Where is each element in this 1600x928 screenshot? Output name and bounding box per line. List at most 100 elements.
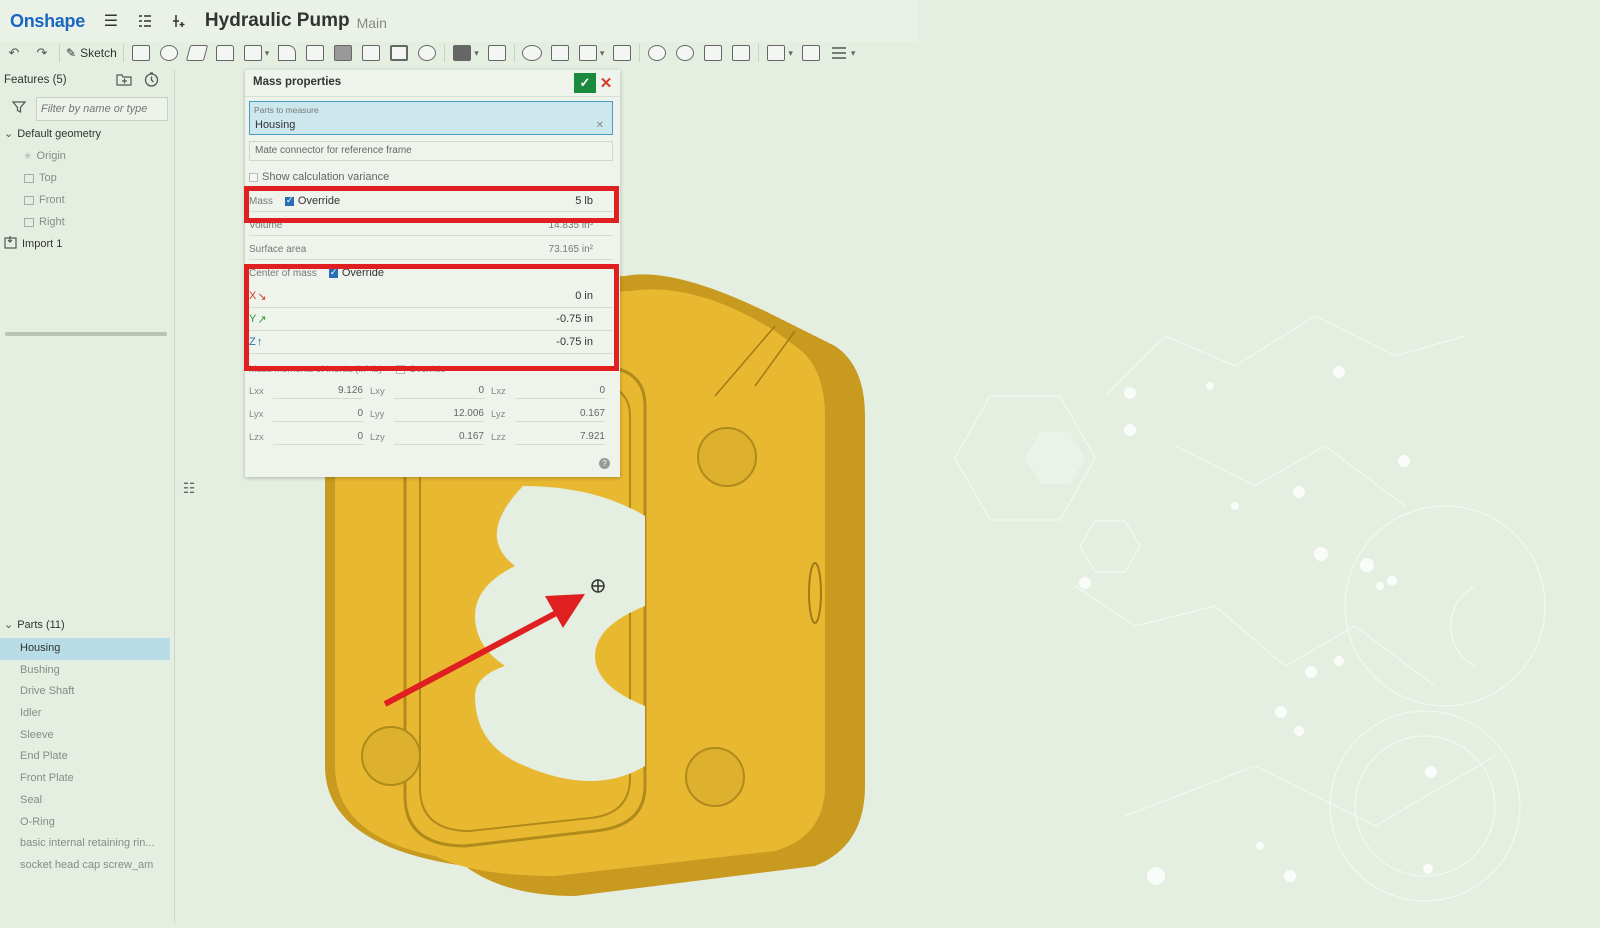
undo-icon[interactable]: ↶ bbox=[3, 42, 25, 64]
tree-item-import[interactable]: Import 1 bbox=[4, 236, 62, 252]
moi-cell-value: 0 bbox=[273, 431, 363, 445]
com-y-row: Y ↗ -0.75 in bbox=[249, 308, 613, 331]
moi-cell: Lzz 7.921 bbox=[491, 431, 612, 445]
com-z-value[interactable]: -0.75 in bbox=[556, 336, 593, 348]
chevron-down-icon[interactable]: ▾ bbox=[600, 48, 605, 59]
help-icon[interactable]: ? bbox=[599, 458, 610, 469]
chevron-down-icon[interactable]: ▾ bbox=[265, 48, 270, 59]
part-item-cap-screw[interactable]: socket head cap screw_am bbox=[0, 855, 170, 877]
draft-icon[interactable] bbox=[332, 42, 354, 64]
accept-check-icon[interactable]: ✓ bbox=[574, 73, 596, 93]
default-geometry-group[interactable]: ⌄ Default geometry bbox=[4, 127, 101, 140]
sketch-button[interactable]: ✎ Sketch bbox=[66, 42, 117, 64]
moi-cell: Lyx 0 bbox=[249, 408, 370, 422]
show-calculation-variance[interactable]: Show calculation variance bbox=[249, 171, 389, 183]
surface-area-label: Surface area bbox=[249, 243, 307, 255]
rollback-timer-icon[interactable] bbox=[144, 72, 159, 92]
moi-cell-value: 0.167 bbox=[394, 431, 484, 445]
replace-face-icon[interactable] bbox=[730, 42, 752, 64]
close-icon[interactable]: ✕ bbox=[598, 73, 614, 93]
tree-item-front[interactable]: Front bbox=[24, 194, 65, 206]
mate-connector-field[interactable]: Mate connector for reference frame bbox=[249, 141, 613, 161]
part-item-front-plate[interactable]: Front Plate bbox=[0, 768, 170, 790]
fillet-icon[interactable] bbox=[276, 42, 298, 64]
part-item-drive-shaft[interactable]: Drive Shaft bbox=[0, 681, 170, 703]
document-title[interactable]: Hydraulic Pump bbox=[205, 10, 350, 32]
clear-selection-icon[interactable]: ✕ bbox=[596, 120, 604, 131]
parts-group-header[interactable]: ⌄ Parts (11) bbox=[4, 618, 65, 631]
variable-table-icon[interactable] bbox=[800, 42, 822, 64]
chevron-down-icon[interactable]: ⌄ bbox=[4, 128, 13, 140]
delete-part-icon[interactable] bbox=[611, 42, 633, 64]
com-override-checkbox[interactable] bbox=[328, 267, 338, 278]
split-icon[interactable] bbox=[549, 42, 571, 64]
parts-to-measure-field[interactable]: Parts to measure Housing ✕ bbox=[249, 101, 613, 135]
com-x-value[interactable]: 0 in bbox=[575, 290, 593, 302]
add-folder-icon[interactable] bbox=[116, 72, 132, 92]
parts-to-measure-value: Housing bbox=[255, 119, 296, 131]
volume-label: Volume bbox=[249, 219, 283, 231]
rib-icon[interactable] bbox=[360, 42, 382, 64]
toggle-panel-icon[interactable]: ☷ bbox=[178, 477, 200, 499]
chevron-down-icon[interactable]: ▾ bbox=[788, 48, 793, 59]
revolve-icon[interactable] bbox=[158, 42, 180, 64]
chamfer-icon[interactable] bbox=[304, 42, 326, 64]
part-item-end-plate[interactable]: End Plate bbox=[0, 746, 170, 768]
loft-icon[interactable] bbox=[214, 42, 236, 64]
redo-icon[interactable]: ↷ bbox=[31, 42, 53, 64]
plane-icon bbox=[24, 217, 34, 227]
chevron-down-icon[interactable]: ⌄ bbox=[4, 619, 13, 631]
thicken-icon[interactable] bbox=[242, 42, 264, 64]
move-face-icon[interactable] bbox=[702, 42, 724, 64]
delete-face-icon[interactable] bbox=[674, 42, 696, 64]
part-item-retaining-ring[interactable]: basic internal retaining rin... bbox=[0, 833, 170, 855]
part-item-housing[interactable]: Housing bbox=[0, 638, 170, 660]
hole-icon[interactable] bbox=[416, 42, 438, 64]
center-of-mass-row: Center of mass Override bbox=[249, 263, 613, 283]
branch-name[interactable]: Main bbox=[357, 15, 387, 31]
part-item-idler[interactable]: Idler bbox=[0, 703, 170, 725]
moments-of-inertia-header: Mass moments of inertia (in² lb) Overrid… bbox=[249, 364, 445, 375]
feature-list-icon[interactable] bbox=[137, 13, 153, 29]
moi-override[interactable]: Override bbox=[396, 364, 445, 375]
mass-override-checkbox[interactable] bbox=[284, 195, 294, 206]
mirror-icon[interactable] bbox=[486, 42, 508, 64]
chevron-down-icon[interactable]: ▾ bbox=[474, 48, 479, 59]
z-axis-arrow-icon: ↑ bbox=[256, 336, 263, 348]
insert-icon[interactable] bbox=[171, 13, 187, 29]
part-item-seal[interactable]: Seal bbox=[0, 790, 170, 812]
filter-input[interactable] bbox=[36, 97, 168, 121]
chevron-down-icon[interactable]: ▾ bbox=[851, 48, 856, 59]
onshape-logo[interactable]: Onshape bbox=[10, 11, 85, 32]
feature-list-scrollbar[interactable] bbox=[5, 332, 167, 336]
com-y-value[interactable]: -0.75 in bbox=[556, 313, 593, 325]
tree-item-origin[interactable]: ✳ Origin bbox=[24, 150, 66, 162]
com-override[interactable]: Override bbox=[328, 267, 384, 279]
moi-override-checkbox[interactable] bbox=[396, 365, 406, 374]
boolean-icon[interactable] bbox=[521, 42, 543, 64]
pattern-icon[interactable] bbox=[451, 42, 473, 64]
filter-icon[interactable] bbox=[11, 100, 27, 119]
transform-icon[interactable] bbox=[577, 42, 599, 64]
part-item-o-ring[interactable]: O-Ring bbox=[0, 812, 170, 834]
shell-icon[interactable] bbox=[388, 42, 410, 64]
center-of-mass-icon[interactable] bbox=[591, 579, 605, 593]
tree-item-top[interactable]: Top bbox=[24, 172, 57, 184]
moi-cell: Lxz 0 bbox=[491, 385, 612, 399]
part-item-bushing[interactable]: Bushing bbox=[0, 660, 170, 682]
mass-value[interactable]: 5 lb bbox=[575, 195, 593, 207]
surface-tools-icon[interactable] bbox=[828, 42, 850, 64]
sweep-icon[interactable] bbox=[185, 42, 208, 64]
menu-icon[interactable]: ☰ bbox=[103, 13, 119, 30]
dialog-divider bbox=[245, 96, 620, 97]
plane-icon[interactable] bbox=[765, 42, 787, 64]
override-label: Override bbox=[341, 267, 384, 279]
variance-checkbox[interactable] bbox=[249, 172, 258, 182]
part-item-sleeve[interactable]: Sleeve bbox=[0, 725, 170, 747]
tree-item-right[interactable]: Right bbox=[24, 216, 65, 228]
modify-fillet-icon[interactable] bbox=[646, 42, 668, 64]
extrude-icon[interactable] bbox=[130, 42, 152, 64]
features-title: Features (5) bbox=[4, 74, 67, 86]
mass-override[interactable]: Override bbox=[284, 195, 340, 207]
y-axis-arrow-icon: ↗ bbox=[257, 313, 267, 326]
